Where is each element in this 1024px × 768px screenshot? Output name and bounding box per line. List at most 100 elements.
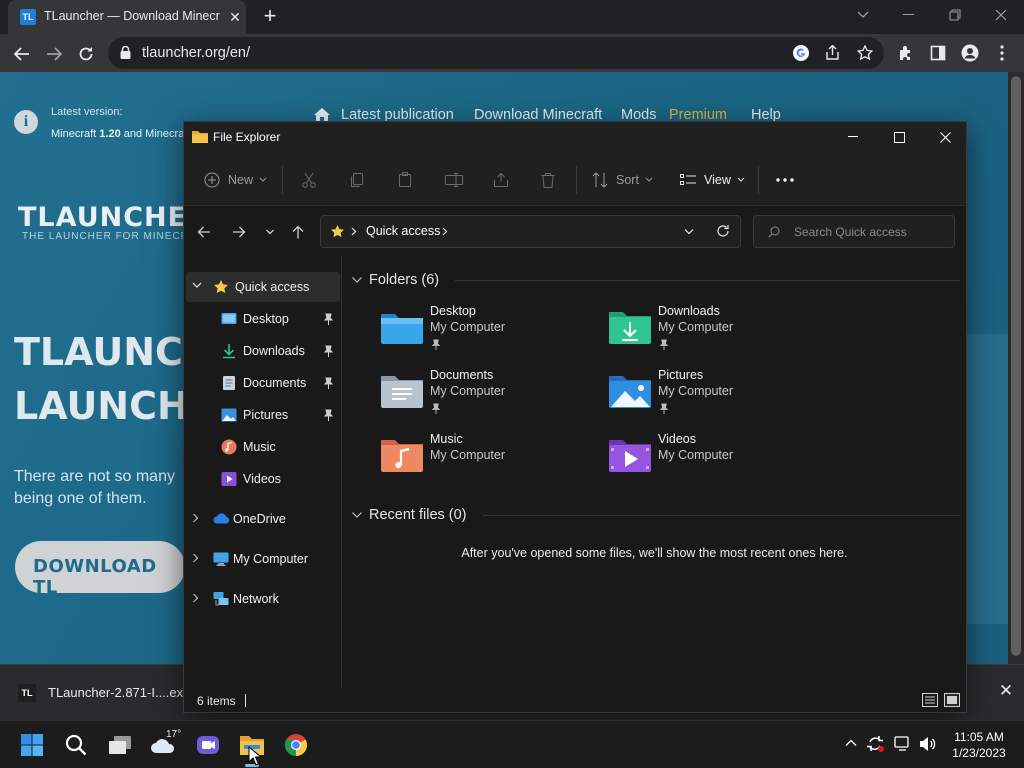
download-filename[interactable]: TLauncher-2.871-I....exe [48, 685, 190, 700]
expand-chevron-icon[interactable] [192, 553, 202, 565]
new-button[interactable]: New [204, 170, 269, 190]
nav-music[interactable]: Music [184, 432, 340, 462]
folder-name: Pictures [658, 368, 704, 382]
explorer-search-input[interactable]: Search Quick access [753, 215, 955, 248]
clock-time[interactable]: 11:05 AM [946, 730, 1012, 744]
restore-icon[interactable] [932, 0, 978, 30]
explorer-maximize-icon[interactable] [876, 122, 922, 152]
folder-location: My Computer [658, 448, 734, 462]
shelf-close-icon[interactable]: ✕ [996, 681, 1016, 701]
profile-icon[interactable] [959, 42, 981, 64]
explorer-forward-icon[interactable] [227, 221, 251, 243]
address-bar[interactable]: tlauncher.org/en/ [108, 37, 884, 69]
nav-label: OneDrive [233, 512, 286, 526]
browser-tab[interactable]: TL TLauncher — Download Minecraft ✕ [8, 0, 246, 34]
forward-icon[interactable] [41, 41, 67, 67]
nav-my-computer[interactable]: My Computer [184, 544, 340, 574]
music-folder-icon [380, 436, 424, 474]
refresh-icon[interactable] [716, 224, 730, 238]
folder-tile-videos[interactable]: Videos My Computer [608, 432, 818, 496]
home-icon[interactable] [314, 108, 330, 122]
reload-icon[interactable] [73, 41, 99, 67]
side-promo-card[interactable] [962, 334, 1008, 624]
up-one-level-icon[interactable] [286, 221, 310, 243]
expand-chevron-icon[interactable] [192, 513, 202, 525]
expand-chevron-icon[interactable] [192, 593, 202, 605]
address-dropdown-icon[interactable] [684, 228, 694, 235]
delete-icon[interactable] [541, 170, 555, 190]
task-view-icon[interactable] [101, 726, 139, 764]
nav-onedrive[interactable]: OneDrive [184, 504, 340, 534]
nav-quick-access[interactable]: Quick access [186, 272, 340, 302]
tlauncher-logo[interactable]: TLAUNCHER [18, 202, 209, 233]
folder-location: My Computer [658, 384, 734, 398]
separator [576, 166, 577, 194]
recent-locations-icon[interactable] [258, 221, 282, 243]
details-view-icon[interactable] [922, 693, 938, 707]
tiles-view-icon[interactable] [944, 693, 960, 707]
folders-group-header[interactable]: Folders (6) [351, 272, 439, 288]
chrome-taskbar-icon[interactable] [277, 726, 315, 764]
more-options-icon[interactable] [776, 170, 794, 190]
start-windows-icon[interactable] [13, 726, 51, 764]
pin-icon [323, 345, 334, 357]
teams-chat-icon[interactable] [189, 726, 227, 764]
explorer-titlebar[interactable]: File Explorer [184, 122, 966, 152]
rename-icon[interactable] [445, 170, 463, 190]
view-button[interactable]: View [680, 170, 747, 190]
explorer-minimize-icon[interactable] [830, 122, 876, 152]
expand-chevron-icon[interactable] [192, 281, 202, 293]
sync-status-icon[interactable] [866, 735, 886, 753]
close-window-icon[interactable] [978, 0, 1024, 30]
nav-videos[interactable]: Videos [184, 464, 340, 494]
volume-icon[interactable] [919, 736, 937, 752]
network-status-icon[interactable] [894, 736, 912, 752]
search-icon[interactable] [57, 726, 95, 764]
download-tl-button[interactable]: DOWNLOAD TL [15, 541, 185, 598]
share-file-icon[interactable] [493, 170, 509, 190]
breadcrumb-chevron-icon[interactable] [351, 227, 357, 236]
documents-folder-icon [380, 372, 424, 410]
clock-date[interactable]: 1/23/2023 [946, 746, 1012, 760]
recent-files-group-header[interactable]: Recent files (0) [351, 507, 467, 523]
documents-icon [221, 375, 237, 391]
share-icon[interactable] [822, 42, 844, 64]
google-icon[interactable] [790, 42, 812, 64]
back-icon[interactable] [9, 41, 35, 67]
explorer-close-icon[interactable] [922, 122, 968, 152]
copy-icon[interactable] [349, 170, 365, 190]
nav-label: Music [243, 440, 276, 454]
folder-tile-desktop[interactable]: Desktop My Computer [380, 304, 590, 368]
folder-tile-pictures[interactable]: Pictures My Computer [608, 368, 818, 432]
side-panel-icon[interactable] [927, 42, 949, 64]
page-scroll-thumb[interactable] [1011, 76, 1021, 656]
bookmark-star-icon[interactable] [854, 42, 876, 64]
pin-icon [323, 409, 334, 421]
new-tab-button[interactable]: + [258, 5, 282, 29]
extensions-icon[interactable] [895, 42, 917, 64]
minimize-icon[interactable] [886, 0, 932, 30]
chrome-menu-icon[interactable] [991, 42, 1013, 64]
explorer-back-icon[interactable] [192, 221, 216, 243]
show-hidden-icons-chevron-icon[interactable] [845, 739, 857, 747]
breadcrumb-chevron-icon[interactable] [442, 227, 448, 236]
folder-tile-music[interactable]: Music My Computer [380, 432, 590, 496]
nav-downloads[interactable]: Downloads [184, 336, 340, 366]
folder-tile-downloads[interactable]: Downloads My Computer [608, 304, 818, 368]
pin-icon [659, 403, 669, 414]
nav-documents[interactable]: Documents [184, 368, 340, 398]
tab-search-icon[interactable] [840, 0, 886, 30]
tab-close-icon[interactable]: ✕ [226, 8, 244, 26]
cut-icon[interactable] [301, 170, 317, 190]
lock-icon[interactable] [120, 46, 131, 59]
nav-network[interactable]: Network [184, 584, 340, 614]
paste-icon[interactable] [397, 170, 413, 190]
sort-button[interactable]: Sort [592, 170, 655, 190]
nav-desktop[interactable]: Desktop [184, 304, 340, 334]
nav-label: My Computer [233, 552, 309, 566]
nav-pictures[interactable]: Pictures [184, 400, 340, 430]
sort-icon [592, 172, 608, 188]
folder-tile-documents[interactable]: Documents My Computer [380, 368, 590, 432]
address-breadcrumb[interactable]: Quick access [366, 224, 440, 238]
explorer-address-bar[interactable]: Quick access [320, 215, 741, 248]
